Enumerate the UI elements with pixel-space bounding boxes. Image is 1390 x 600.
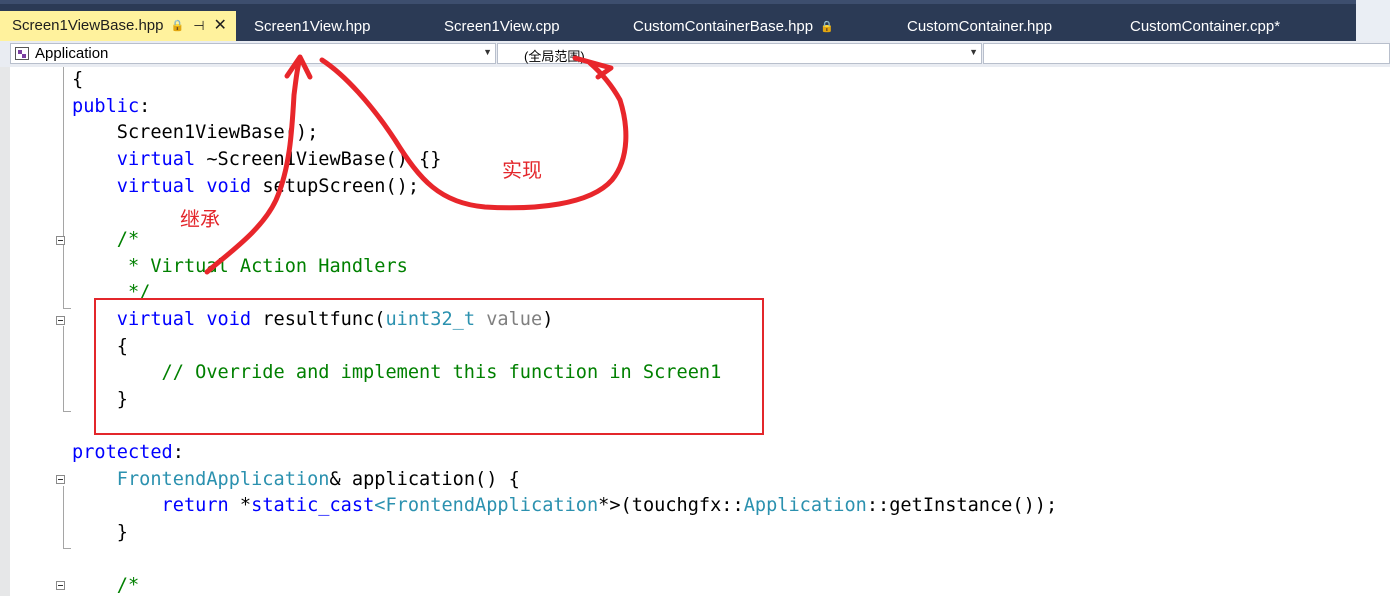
implement-arrow: [319, 57, 629, 211]
inherit-arrow: [204, 55, 303, 275]
annotation-arrows: [204, 54, 629, 275]
